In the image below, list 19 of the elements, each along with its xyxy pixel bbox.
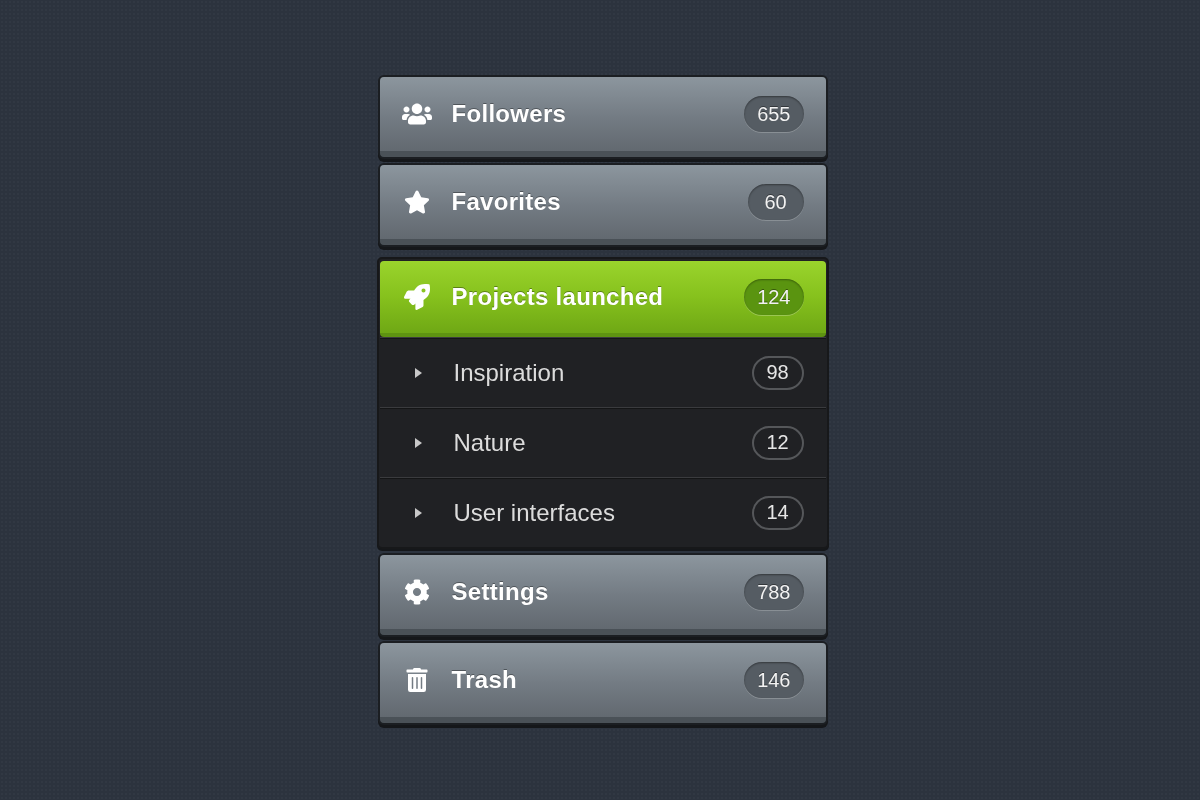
count-badge: 12: [751, 425, 804, 460]
caret-right-icon: [415, 367, 422, 378]
count-badge: 655: [744, 96, 804, 132]
trash-icon: [404, 668, 429, 692]
rocket-icon: [403, 284, 430, 310]
submenu-item[interactable]: Nature 12: [379, 407, 826, 477]
caret-right-icon: [415, 437, 422, 448]
gear-icon: [403, 579, 430, 605]
count-badge: 60: [747, 184, 804, 220]
count-badge: 98: [751, 355, 804, 390]
submenu-item[interactable]: Inspiration 98: [379, 337, 826, 407]
caret-right-icon: [415, 507, 422, 518]
count-badge: 124: [744, 279, 804, 315]
submenu-item[interactable]: User interfaces 14: [379, 477, 826, 547]
count-badge: 14: [751, 495, 804, 530]
menu-item[interactable]: Projects launched 124: [379, 261, 826, 337]
count-badge: 146: [744, 662, 804, 698]
star-icon: [403, 189, 430, 215]
count-badge: 788: [744, 574, 804, 610]
